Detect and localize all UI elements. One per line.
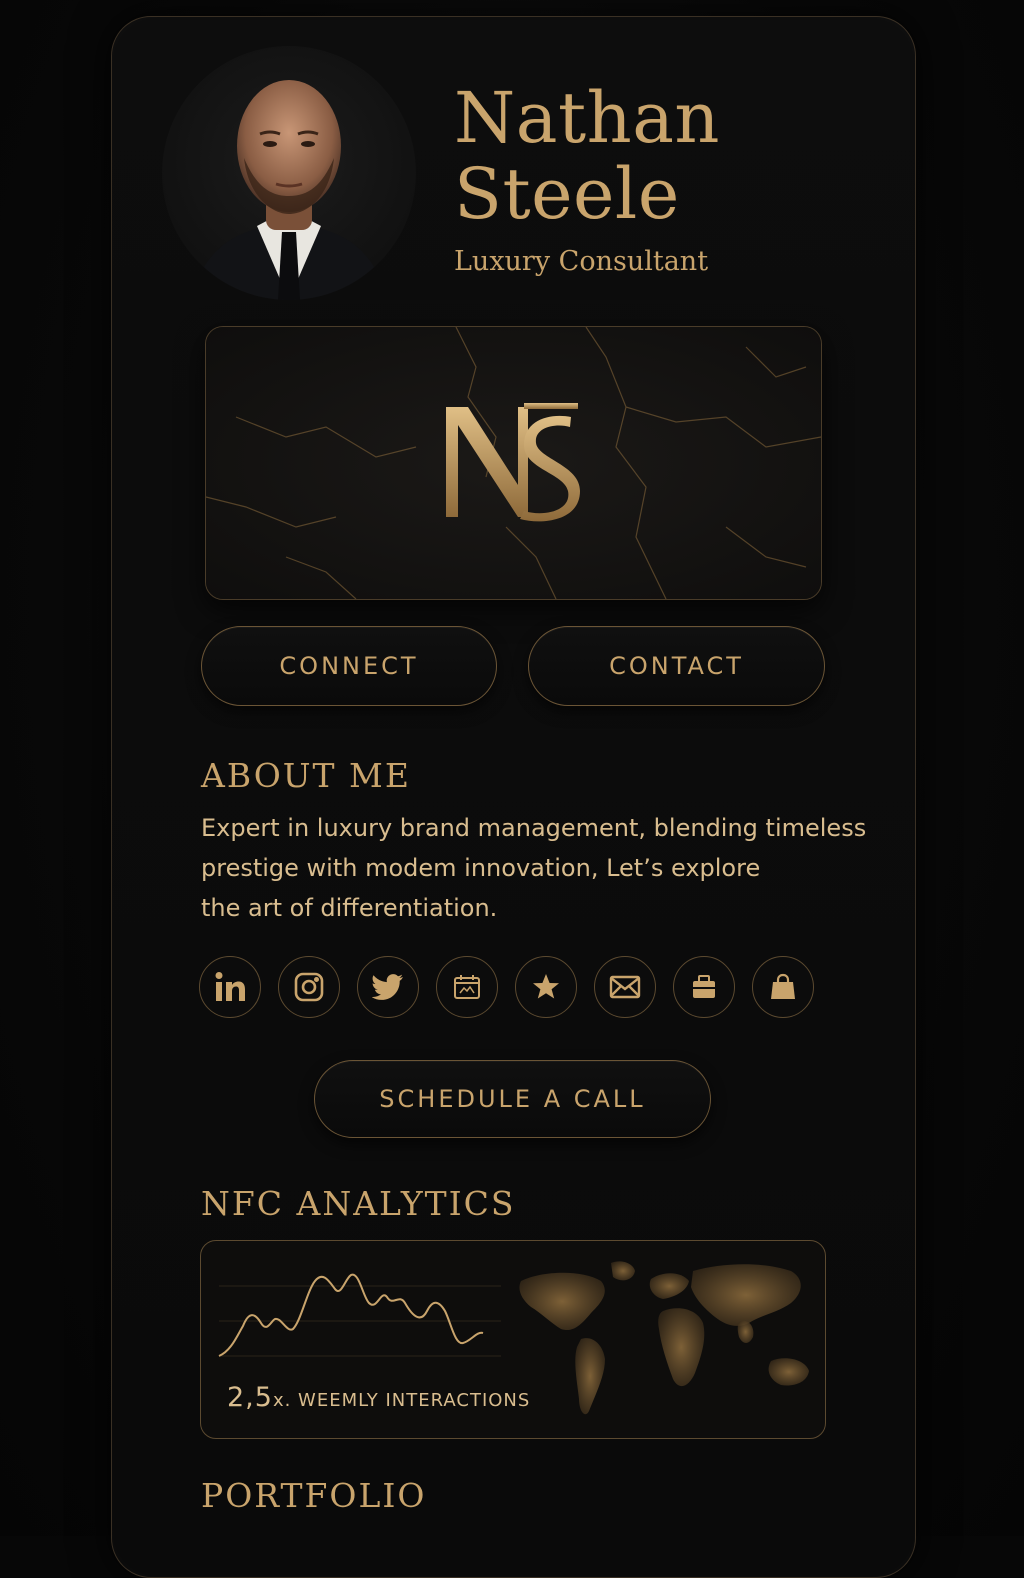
star-icon[interactable] [515,956,577,1018]
about-title: ABOUT ME [201,756,411,795]
monogram-card: NS [205,326,822,600]
avatar [162,46,416,300]
about-text: Expert in luxury brand management, blend… [201,808,867,928]
profile-name: Nathan Steele [454,80,720,232]
about-line-2: prestige with modem innovation, Let’s ex… [201,854,761,882]
interactions-line [218,1273,484,1357]
twitter-icon[interactable] [357,956,419,1018]
briefcase-icon[interactable] [673,956,735,1018]
linkedin-icon[interactable] [199,956,261,1018]
social-links [199,956,814,1018]
weekly-interactions-stat: 2,5x. WEEMLY INTERACTIONS [227,1382,530,1413]
profile-name-last: Steele [454,153,680,235]
world-map [519,1261,809,1415]
about-line-1: Expert in luxury brand management, blend… [201,814,867,842]
portfolio-title: PORTFOLIO [201,1476,427,1515]
profile-name-first: Nathan [454,77,721,159]
profile-role: Luxury Consultant [454,246,709,277]
analytics-title: NFC ANALYTICS [201,1184,516,1223]
shopping-bag-icon[interactable] [752,956,814,1018]
connect-button[interactable]: CONNECT [201,626,497,706]
calendar-icon[interactable] [436,956,498,1018]
chart-grid [219,1285,501,1357]
stat-label: x. WEEMLY INTERACTIONS [272,1390,531,1411]
contact-button[interactable]: CONTACT [528,626,825,706]
schedule-call-button[interactable]: SCHEDULE A CALL [314,1060,711,1138]
mail-icon[interactable] [594,956,656,1018]
instagram-icon[interactable] [278,956,340,1018]
about-line-3: the art of differentiation. [201,894,498,922]
stat-value: 2,5 [227,1382,273,1413]
